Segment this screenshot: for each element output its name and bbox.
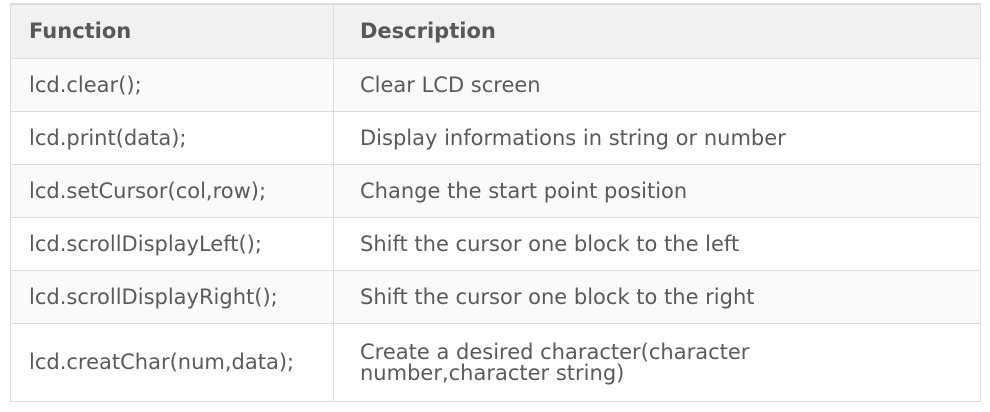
function-cell: lcd.scrollDisplayRight(); [10,270,334,324]
table-row: lcd.print(data); Display informations in… [10,111,981,165]
description-cell: Change the start point position [333,164,981,218]
table-row: lcd.setCursor(col,row); Change the start… [10,164,981,218]
function-cell: lcd.print(data); [10,111,334,165]
function-cell: lcd.clear(); [10,58,334,112]
table-row: lcd.scrollDisplayRight(); Shift the curs… [10,270,981,324]
table-row: lcd.creatChar(num,data); Create a desire… [10,323,981,402]
function-cell: lcd.setCursor(col,row); [10,164,334,218]
function-cell: lcd.scrollDisplayLeft(); [10,217,334,271]
description-cell: Create a desired character(character num… [333,323,981,402]
description-cell: Display informations in string or number [333,111,981,165]
table-body: lcd.clear(); Clear LCD screen lcd.print(… [10,58,981,402]
table-row: lcd.clear(); Clear LCD screen [10,58,981,112]
header-row: Function Description [10,4,981,59]
description-cell: Shift the cursor one block to the right [333,270,981,324]
description-cell: Clear LCD screen [333,58,981,112]
column-header-description: Description [333,4,981,59]
column-header-function: Function [10,4,334,59]
lcd-function-table: Function Description lcd.clear(); Clear … [10,4,981,402]
function-cell: lcd.creatChar(num,data); [10,323,334,402]
function-table-container: Function Description lcd.clear(); Clear … [10,3,981,402]
table-header: Function Description [10,4,981,59]
description-cell: Shift the cursor one block to the left [333,217,981,271]
table-row: lcd.scrollDisplayLeft(); Shift the curso… [10,217,981,271]
